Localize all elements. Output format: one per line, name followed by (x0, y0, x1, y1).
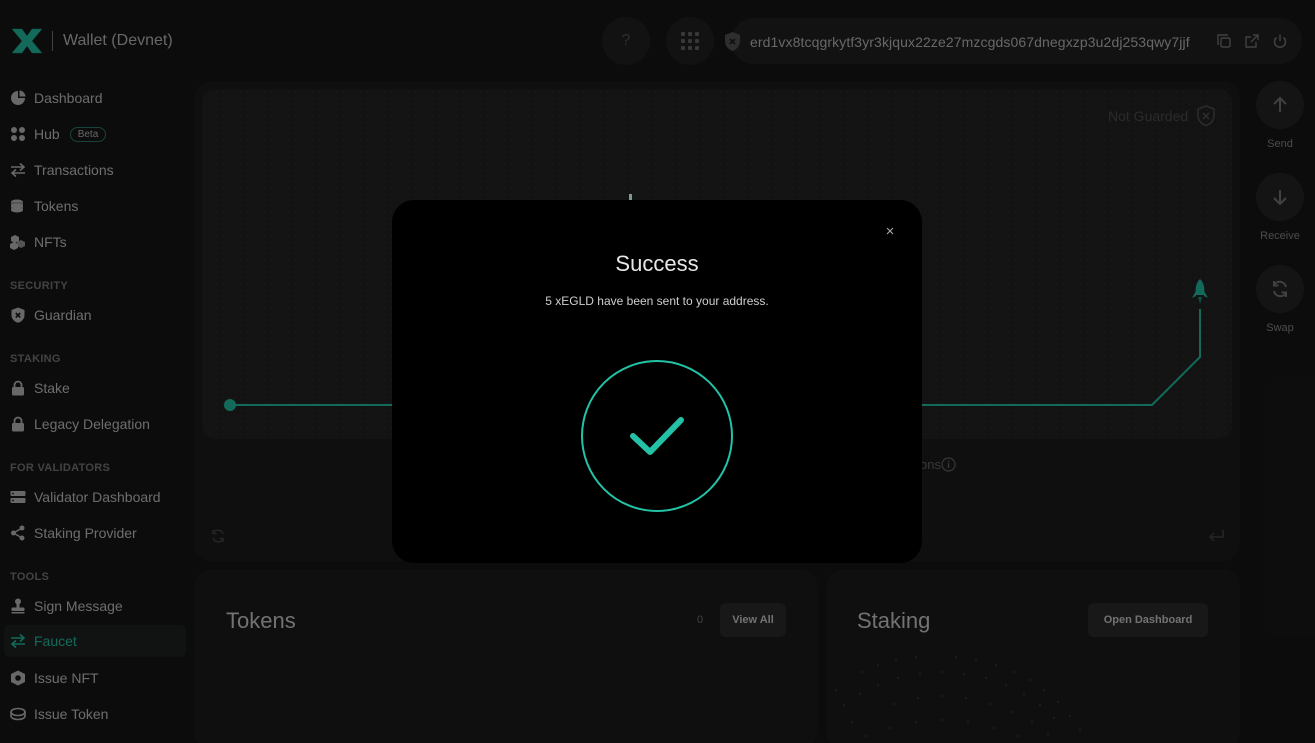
graph-marker (629, 194, 632, 200)
modal-message: 5 xEGLD have been sent to your address. (545, 294, 769, 308)
close-icon[interactable]: × (882, 224, 898, 240)
modal-title: Success (615, 251, 699, 276)
success-check-icon (581, 360, 733, 512)
